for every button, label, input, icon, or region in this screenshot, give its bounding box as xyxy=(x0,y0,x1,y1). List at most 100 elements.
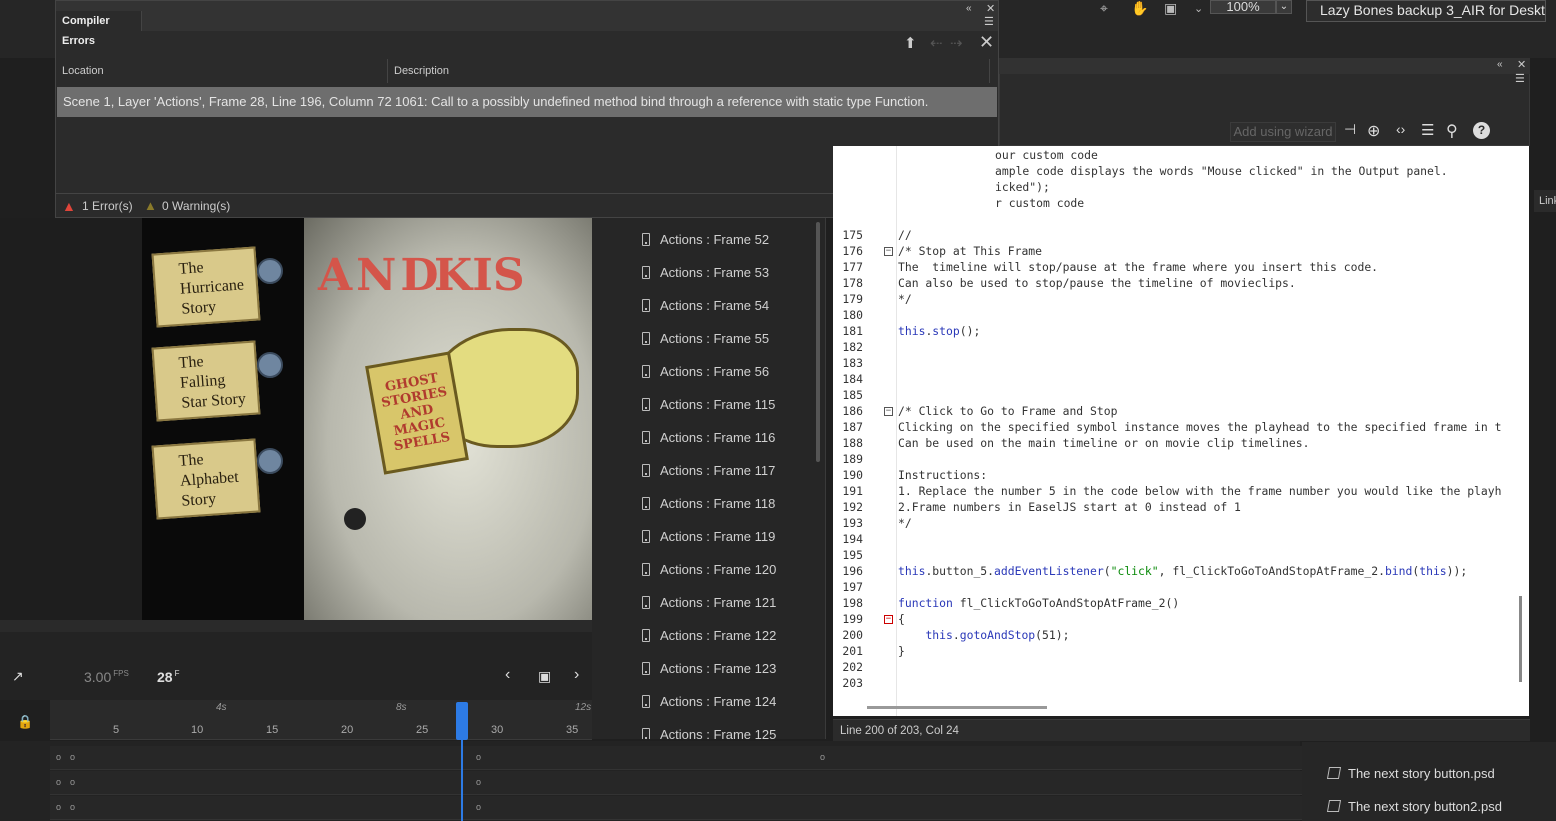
timeline-track[interactable]: oooo xyxy=(50,746,1302,770)
actions-list-item[interactable]: Actions : Frame 52 xyxy=(592,223,812,256)
zoom-dropdown[interactable]: ⌄ xyxy=(1276,0,1292,14)
search-icon[interactable]: ⚲ xyxy=(1446,121,1458,141)
fold-toggle-icon[interactable]: − xyxy=(884,407,893,416)
ruler-tick-label: 15 xyxy=(266,724,279,736)
error-row[interactable]: Scene 1, Layer 'Actions', Frame 28, Line… xyxy=(57,87,997,117)
clear-errors-icon[interactable]: ✕ xyxy=(979,32,994,53)
timeline-track[interactable]: ooo xyxy=(50,796,1302,820)
story-scroll-falling-star[interactable]: The Falling Star Story xyxy=(151,340,261,422)
actions-list-item[interactable]: Actions : Frame 116 xyxy=(592,421,812,454)
go-to-source-icon[interactable]: ⬆ xyxy=(904,34,917,52)
clip-stage-icon[interactable]: ▣ xyxy=(1164,0,1177,17)
snap-icon[interactable]: ⌖ xyxy=(1100,0,1108,17)
previous-error-icon[interactable]: ⇠ xyxy=(930,34,943,52)
actions-list-item-label: Actions : Frame 53 xyxy=(660,265,770,280)
script-file-icon xyxy=(642,596,650,609)
panel-menu-icon[interactable]: ☰ xyxy=(984,15,994,28)
actions-list-scrollbar[interactable] xyxy=(816,222,820,462)
script-file-icon xyxy=(642,266,650,279)
actions-list-item[interactable]: Actions : Frame 120 xyxy=(592,553,812,586)
playhead-line xyxy=(461,740,463,821)
close-icon[interactable]: ✕ xyxy=(1517,58,1526,71)
insert-target-path-icon[interactable]: ⊕ xyxy=(1367,121,1380,141)
collapse-icon[interactable]: « xyxy=(966,3,972,14)
line-number: 183 xyxy=(842,356,863,370)
frame-readout[interactable]: 28 F xyxy=(157,669,179,685)
line-number: 185 xyxy=(842,388,863,402)
fold-toggle-icon[interactable]: − xyxy=(884,247,893,256)
hand-tool-icon[interactable]: ✋ xyxy=(1131,0,1148,17)
column-header-description[interactable]: Description xyxy=(388,59,990,83)
ruler-tick-label: 20 xyxy=(341,724,354,736)
code-snippets-icon[interactable]: ‹› xyxy=(1396,121,1405,137)
lock-icon[interactable]: 🔒 xyxy=(17,714,33,730)
editor-vertical-scrollbar[interactable] xyxy=(1519,596,1522,682)
skull-icon xyxy=(257,448,283,474)
actions-list-item[interactable]: Actions : Frame 115 xyxy=(592,388,812,421)
stop-icon[interactable]: ▣ xyxy=(538,668,551,685)
code-line: The timeline will stop/pause at the fram… xyxy=(898,260,1379,274)
graph-icon[interactable]: ↗ xyxy=(12,668,24,685)
document-selector[interactable]: Lazy Bones backup 3_AIR for Deskto... xyxy=(1306,0,1546,22)
tab-compiler-errors[interactable]: Compiler Errors xyxy=(56,11,142,47)
actions-list-item-label: Actions : Frame 121 xyxy=(660,595,777,610)
illustration: AND KIS GHOST STORIES AND MAGIC SPELLS xyxy=(304,218,592,620)
fold-toggle-icon[interactable]: − xyxy=(884,615,893,624)
script-file-icon xyxy=(642,398,650,411)
actions-list-item[interactable]: Actions : Frame 124 xyxy=(592,685,812,718)
next-error-icon[interactable]: ⇢ xyxy=(950,34,963,52)
actions-list-item[interactable]: Actions : Frame 117 xyxy=(592,454,812,487)
zoom-field[interactable]: 100% xyxy=(1210,0,1276,14)
actions-list-item-label: Actions : Frame 120 xyxy=(660,562,777,577)
script-file-icon xyxy=(642,233,650,246)
actions-list-item[interactable]: Actions : Frame 56 xyxy=(592,355,812,388)
previous-frame-icon[interactable]: ‹ xyxy=(505,666,510,684)
add-using-wizard-button[interactable]: Add using wizard xyxy=(1230,122,1336,142)
help-icon[interactable]: ? xyxy=(1473,122,1490,139)
line-number: 190 xyxy=(842,468,863,482)
timeline-ruler[interactable]: 5 10 15 20 25 30 35 4s 8s 12s xyxy=(50,700,592,740)
panel-menu-icon[interactable]: ☰ xyxy=(1515,72,1525,85)
fps-value: 3.00 xyxy=(84,669,112,685)
next-frame-icon[interactable]: › xyxy=(574,666,579,684)
fps-readout[interactable]: 3.00 FPS xyxy=(84,669,129,685)
line-number: 202 xyxy=(842,660,863,674)
close-icon[interactable]: ✕ xyxy=(986,2,995,15)
line-number: 175 xyxy=(842,228,863,242)
actions-list-item[interactable]: Actions : Frame 53 xyxy=(592,256,812,289)
timeline-controls xyxy=(0,632,592,700)
frame-unit: F xyxy=(174,669,180,679)
pin-script-icon[interactable]: ⊣ xyxy=(1344,121,1356,138)
code-line: this.button_5.addEventListener("click", … xyxy=(898,564,1468,578)
chevron-down-icon[interactable]: ⌄ xyxy=(1194,2,1203,15)
library-item[interactable]: The next story button.psd xyxy=(1326,760,1495,788)
actions-list-item[interactable]: Actions : Frame 54 xyxy=(592,289,812,322)
actions-list-item[interactable]: Actions : Frame 119 xyxy=(592,520,812,553)
actions-list-item[interactable]: Actions : Frame 55 xyxy=(592,322,812,355)
line-number: 196 xyxy=(842,564,863,578)
library-item-label: The next story button2.psd xyxy=(1348,799,1502,814)
scroll-line: Star Story xyxy=(180,390,247,412)
actions-list-item[interactable]: Actions : Frame 121 xyxy=(592,586,812,619)
right-panel-edge xyxy=(1530,146,1556,746)
tab-link[interactable]: Link xyxy=(1534,190,1556,212)
library-item[interactable]: The next story button2.psd xyxy=(1326,793,1502,821)
actions-list-item[interactable]: Actions : Frame 125 xyxy=(592,718,812,739)
playhead[interactable] xyxy=(456,702,468,740)
actions-list-item[interactable]: Actions : Frame 118 xyxy=(592,487,812,520)
timeline-track[interactable]: ooo xyxy=(50,771,1302,795)
bitmap-icon xyxy=(1326,800,1342,812)
actions-list-item[interactable]: Actions : Frame 123 xyxy=(592,652,812,685)
code-editor[interactable]: our custom code ample code displays the … xyxy=(833,146,1529,716)
format-code-icon[interactable]: ☰ xyxy=(1421,121,1434,139)
story-scroll-hurricane[interactable]: The Hurricane Story xyxy=(151,246,261,328)
ruler-tick-label: 5 xyxy=(113,724,120,736)
editor-horizontal-scrollbar[interactable] xyxy=(867,706,1047,709)
timeline-tracks: oooo ooo ooo xyxy=(0,741,1302,821)
collapse-icon[interactable]: « xyxy=(1497,59,1503,70)
actions-list-item[interactable]: Actions : Frame 122 xyxy=(592,619,812,652)
story-scroll-alphabet[interactable]: The Alphabet Story xyxy=(151,438,261,520)
script-file-icon xyxy=(642,464,650,477)
code-line: Can also be used to stop/pause the timel… xyxy=(898,276,1296,290)
column-header-location[interactable]: Location xyxy=(56,59,388,83)
